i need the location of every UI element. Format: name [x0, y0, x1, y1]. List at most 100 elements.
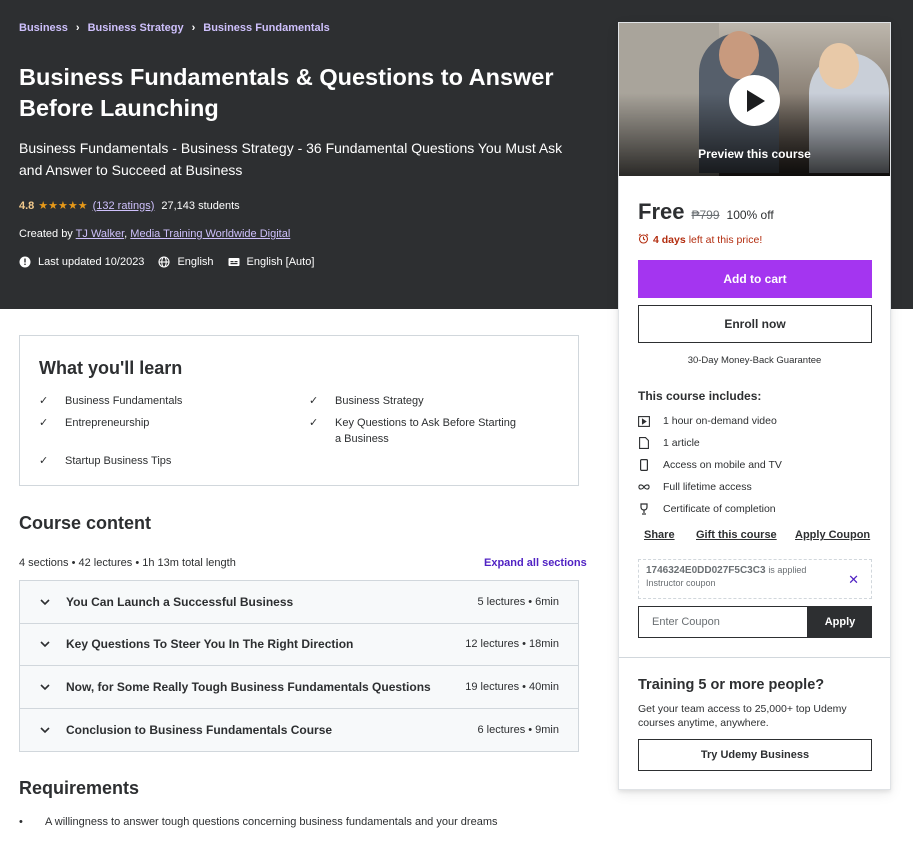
video-icon	[638, 415, 650, 427]
alert-badge-icon	[19, 256, 31, 268]
course-content-meta: 4 sections • 42 lectures • 1h 13m total …	[19, 557, 236, 569]
instructor-link-media-training[interactable]: Media Training Worldwide Digital	[130, 228, 290, 240]
alarm-clock-icon	[638, 233, 649, 247]
enroll-now-button[interactable]: Enroll now	[638, 305, 872, 343]
breadcrumb-business[interactable]: Business	[19, 22, 68, 34]
coupon-input[interactable]: Enter Coupon	[638, 606, 808, 638]
check-icon: ✓	[309, 417, 319, 429]
try-udemy-business-button[interactable]: Try Udemy Business	[638, 739, 872, 771]
business-title: Training 5 or more people?	[638, 677, 825, 693]
learn-item: ✓ Startup Business Tips	[39, 453, 259, 469]
coupon-type: Instructor coupon	[646, 578, 716, 588]
star-rating-icon: ★★★★★	[38, 200, 88, 212]
learn-item: ✓ Business Fundamentals	[39, 393, 259, 409]
infinity-icon	[638, 481, 650, 493]
learn-item-text: Entrepreneurship	[65, 417, 150, 429]
section-row[interactable]: Conclusion to Business Fundamentals Cour…	[20, 708, 578, 751]
chevron-right-icon: ›	[75, 22, 80, 34]
course-meta: Last updated 10/2023 English English [Au…	[19, 256, 328, 268]
learn-item-text: Business Strategy	[335, 395, 424, 407]
section-title: Conclusion to Business Fundamentals Cour…	[66, 722, 333, 737]
last-updated: Last updated 10/2023	[19, 256, 144, 268]
timer-text: left at this price!	[688, 234, 763, 246]
curriculum-sections: You Can Launch a Successful Business 5 l…	[19, 580, 579, 752]
chevron-down-icon	[40, 726, 54, 734]
section-title: You Can Launch a Successful Business	[66, 594, 294, 609]
include-item: 1 article	[638, 437, 700, 449]
section-row[interactable]: Key Questions To Steer You In The Right …	[20, 623, 578, 666]
include-item: Full lifetime access	[638, 481, 752, 493]
expand-all-sections-button[interactable]: Expand all sections	[484, 557, 587, 569]
include-text: 1 hour on-demand video	[663, 415, 777, 427]
add-to-cart-button[interactable]: Add to cart	[638, 260, 872, 298]
original-price: ₱799	[691, 208, 720, 222]
captions-text: English [Auto]	[246, 256, 315, 268]
section-row[interactable]: Now, for Some Really Tough Business Fund…	[20, 666, 578, 709]
course-preview-video[interactable]: Preview this course	[619, 23, 890, 176]
apply-coupon-link[interactable]: Apply Coupon	[795, 529, 870, 541]
requirement-text: A willingness to answer tough questions …	[45, 816, 498, 828]
chevron-right-icon: ›	[191, 22, 196, 34]
purchase-sidebar: Preview this course Free ₱799 100% off 4…	[618, 22, 891, 790]
coupon-apply-button[interactable]: Apply	[808, 606, 872, 638]
learn-item: ✓ Key Questions to Ask Before Starting a…	[309, 415, 524, 447]
requirements-title: Requirements	[19, 778, 140, 798]
globe-icon	[158, 256, 170, 268]
price-timer: 4 days left at this price!	[638, 233, 762, 247]
language-text: English	[177, 256, 214, 268]
requirement-item: • A willingness to answer tough question…	[19, 816, 498, 828]
breadcrumb: Business › Business Strategy › Business …	[19, 22, 330, 34]
check-icon: ✓	[39, 455, 49, 467]
section-row[interactable]: You Can Launch a Successful Business 5 l…	[20, 581, 578, 624]
check-icon: ✓	[39, 417, 49, 429]
learn-title: What you'll learn	[39, 358, 183, 378]
course-content-title: Course content	[19, 513, 152, 533]
section-info: 19 lectures • 40min	[465, 680, 559, 693]
learn-item-text: Key Questions to Ask Before Starting a B…	[335, 417, 516, 445]
section-title: Now, for Some Really Tough Business Fund…	[66, 679, 431, 694]
closed-caption-icon	[228, 256, 240, 268]
what-you-will-learn: What you'll learn ✓ Business Fundamental…	[19, 335, 579, 486]
close-icon[interactable]: ✕	[848, 572, 859, 588]
money-back-guarantee: 30-Day Money-Back Guarantee	[687, 355, 822, 366]
captions: English [Auto]	[228, 256, 315, 268]
divider	[619, 657, 890, 658]
learn-item-text: Startup Business Tips	[65, 455, 172, 467]
learn-item-text: Business Fundamentals	[65, 395, 183, 407]
discount-percent: 100% off	[726, 208, 774, 222]
chevron-down-icon	[40, 598, 54, 606]
course-subtitle: Business Fundamentals - Business Strateg…	[19, 140, 563, 178]
share-link[interactable]: Share	[644, 529, 675, 541]
instructor-link-tj-walker[interactable]: TJ Walker	[76, 228, 125, 240]
include-text: Certificate of completion	[663, 503, 776, 515]
price-row: Free ₱799 100% off	[638, 199, 774, 225]
learn-item: ✓ Business Strategy	[309, 393, 529, 409]
coupon-code: 1746324E0DD027F5C3C3	[646, 565, 766, 576]
coupon-applied-text: is applied	[768, 565, 807, 575]
preview-image-head	[819, 43, 859, 89]
applied-coupon: 1746324E0DD027F5C3C3 is applied Instruct…	[638, 559, 872, 599]
breadcrumb-business-strategy[interactable]: Business Strategy	[88, 22, 184, 34]
chevron-down-icon	[40, 640, 54, 648]
preview-label: Preview this course	[698, 147, 811, 161]
business-text: Get your team access to 25,000+ top Udem…	[638, 703, 847, 729]
include-item: Certificate of completion	[638, 503, 776, 515]
article-icon	[638, 437, 650, 449]
rating-row: 4.8 ★★★★★ (132 ratings) 27,143 students	[19, 199, 240, 213]
include-text: Access on mobile and TV	[663, 459, 782, 471]
section-info: 12 lectures • 18min	[465, 638, 559, 651]
bullet-icon: •	[19, 816, 23, 828]
check-icon: ✓	[39, 395, 49, 407]
section-info: 6 lectures • 9min	[477, 723, 560, 736]
include-item: 1 hour on-demand video	[638, 415, 777, 427]
created-by-label: Created by	[19, 228, 73, 240]
trophy-icon	[638, 503, 650, 515]
include-text: Full lifetime access	[663, 481, 752, 493]
current-price: Free	[638, 199, 685, 224]
play-icon[interactable]	[729, 75, 780, 126]
ratings-count-link[interactable]: (132 ratings)	[93, 200, 155, 212]
preview-image-head	[719, 31, 759, 79]
breadcrumb-business-fundamentals[interactable]: Business Fundamentals	[203, 22, 330, 34]
include-text: 1 article	[663, 437, 700, 449]
gift-course-link[interactable]: Gift this course	[696, 529, 777, 541]
